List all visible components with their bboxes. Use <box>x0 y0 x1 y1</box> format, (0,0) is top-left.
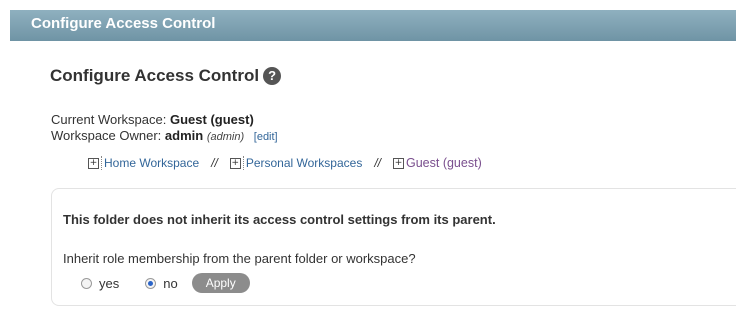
expand-icon[interactable]: + <box>88 157 99 169</box>
workspace-owner-name: admin <box>164 128 204 143</box>
breadcrumb-link-personal[interactable]: Personal Workspaces <box>242 156 362 170</box>
inheritance-panel: This folder does not inherit its access … <box>51 188 736 306</box>
header-bar: Configure Access Control <box>10 10 736 41</box>
edit-owner-link[interactable]: [edit] <box>254 131 278 143</box>
workspace-owner-line: Workspace Owner: admin (admin) [edit] <box>51 128 278 143</box>
breadcrumb: + Home Workspace // + Personal Workspace… <box>88 156 482 170</box>
current-workspace-line: Current Workspace: Guest (guest) <box>51 112 254 127</box>
breadcrumb-link-home[interactable]: Home Workspace <box>101 156 199 170</box>
expand-icon[interactable]: + <box>229 157 241 169</box>
radio-yes-label[interactable]: yes <box>99 276 119 291</box>
section-title: Configure Access Control ? <box>50 66 282 86</box>
apply-button[interactable]: Apply <box>191 273 250 293</box>
workspace-owner-id: (admin) <box>206 131 245 143</box>
radio-no-label[interactable]: no <box>163 276 177 291</box>
inheritance-question: Inherit role membership from the parent … <box>63 251 416 266</box>
breadcrumb-item-current[interactable]: + Guest (guest) <box>393 156 482 170</box>
breadcrumb-separator: // <box>211 156 218 170</box>
expand-icon[interactable]: + <box>393 157 404 169</box>
breadcrumb-separator: // <box>374 156 381 170</box>
inheritance-message: This folder does not inherit its access … <box>63 212 496 227</box>
inheritance-options: yes no Apply <box>81 273 250 293</box>
current-workspace-label: Current Workspace: <box>51 112 167 127</box>
help-icon[interactable]: ? <box>263 67 282 85</box>
workspace-owner-label: Workspace Owner: <box>51 128 162 143</box>
section-title-text: Configure Access Control <box>50 66 260 85</box>
radio-no[interactable] <box>145 277 157 289</box>
radio-yes[interactable] <box>81 277 92 289</box>
breadcrumb-current: Guest (guest) <box>406 156 482 170</box>
current-workspace-value: Guest (guest) <box>169 112 254 127</box>
breadcrumb-item-personal[interactable]: + Personal Workspaces <box>229 156 362 170</box>
header-title: Configure Access Control <box>31 15 216 32</box>
breadcrumb-item-home[interactable]: + Home Workspace <box>88 156 199 170</box>
